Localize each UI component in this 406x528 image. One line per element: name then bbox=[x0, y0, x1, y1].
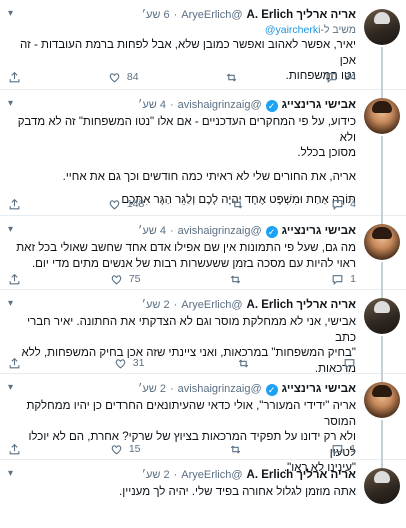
tweet-actions: 84 34 bbox=[8, 70, 356, 84]
author-handle: @avishaigrinzaig bbox=[177, 99, 262, 111]
avatar[interactable] bbox=[364, 382, 400, 418]
tweet-actions: 75 1 bbox=[8, 272, 356, 286]
retweet-icon bbox=[229, 443, 242, 456]
avatar[interactable] bbox=[364, 298, 400, 334]
author-name[interactable]: אבישי גרינצייג bbox=[282, 382, 356, 397]
like-button[interactable]: 15 bbox=[110, 443, 141, 456]
chevron-down-icon[interactable]: ▾ bbox=[8, 98, 13, 109]
author-handle: @avishaigrinzaig bbox=[177, 383, 262, 395]
avatar[interactable] bbox=[364, 224, 400, 260]
reply-count: 1 bbox=[350, 443, 356, 455]
reply-context: משיב ל-yaircherki@ bbox=[264, 24, 356, 36]
verified-icon: ✓ bbox=[265, 225, 278, 238]
heart-icon bbox=[108, 198, 121, 211]
reply-icon bbox=[343, 357, 356, 370]
tweet[interactable]: אבישי גרינצייג ✓ @avishaigrinzaig · 4 שע… bbox=[0, 90, 406, 216]
author-name[interactable]: אריה ארליך A. Erlich bbox=[247, 468, 356, 483]
like-button[interactable]: 148 bbox=[108, 198, 145, 211]
reply-icon bbox=[331, 198, 344, 211]
chevron-down-icon[interactable]: ▾ bbox=[8, 468, 13, 479]
verified-icon: ✓ bbox=[265, 383, 278, 396]
retweet-icon bbox=[231, 198, 244, 211]
author-name[interactable]: אבישי גרינצייג bbox=[282, 98, 356, 113]
share-icon bbox=[8, 71, 21, 84]
share-icon bbox=[8, 198, 21, 211]
tweet-actions: 31 bbox=[8, 356, 356, 370]
reply-count: 4 bbox=[350, 198, 356, 210]
author-name[interactable]: אבישי גרינצייג bbox=[282, 224, 356, 239]
mention-link[interactable]: yaircherki@ bbox=[265, 24, 321, 36]
heart-icon bbox=[110, 273, 123, 286]
reply-button[interactable]: 1 bbox=[331, 273, 356, 286]
share-icon bbox=[8, 273, 21, 286]
tweet[interactable]: אריה ארליך A. Erlich @AryeErlich · 6 שע׳… bbox=[0, 0, 406, 90]
tweet-text: מה גם, שעל פי התמונות אין שם אפילו אדם א… bbox=[16, 242, 356, 270]
heart-icon bbox=[114, 357, 127, 370]
reply-button[interactable]: 34 bbox=[325, 71, 356, 84]
reply-button[interactable]: 1 bbox=[331, 443, 356, 456]
heart-icon bbox=[110, 443, 123, 456]
chevron-down-icon[interactable]: ▾ bbox=[8, 382, 13, 393]
share-button[interactable] bbox=[8, 71, 21, 84]
tweet-thread: אריה ארליך A. Erlich @AryeErlich · 6 שע׳… bbox=[0, 0, 406, 528]
author-handle: @avishaigrinzaig bbox=[177, 225, 262, 237]
tweet-time[interactable]: 4 שע׳ bbox=[138, 98, 166, 113]
share-button[interactable] bbox=[8, 443, 21, 456]
tweet-text: אתה מוזמן לגלול אחורה בפיד שלי. יהיה לך … bbox=[119, 486, 356, 498]
tweet[interactable]: אריה ארליך A. Erlich @AryeErlich · 2 שע׳… bbox=[0, 460, 406, 528]
share-icon bbox=[8, 357, 21, 370]
retweet-icon bbox=[237, 357, 250, 370]
like-count: 148 bbox=[126, 198, 145, 210]
heart-icon bbox=[108, 71, 121, 84]
tweet[interactable]: אבישי גרינצייג ✓ @avishaigrinzaig · 4 שע… bbox=[0, 216, 406, 290]
tweet-actions: 148 4 bbox=[8, 197, 356, 211]
like-count: 31 bbox=[132, 357, 145, 369]
author-name[interactable]: אריה ארליך A. Erlich bbox=[247, 298, 356, 313]
reply-icon bbox=[331, 273, 344, 286]
retweet-button[interactable] bbox=[231, 198, 244, 211]
tweet[interactable]: אבישי גרינצייג ✓ @avishaigrinzaig · 2 שע… bbox=[0, 374, 406, 474]
tweet-time[interactable]: 2 שע׳ bbox=[142, 468, 170, 483]
like-count: 75 bbox=[128, 273, 141, 285]
share-button[interactable] bbox=[8, 198, 21, 211]
like-count: 15 bbox=[128, 443, 141, 455]
tweet[interactable]: אריה ארליך A. Erlich @AryeErlich · 2 שע׳… bbox=[0, 290, 406, 375]
author-name[interactable]: אריה ארליך A. Erlich bbox=[247, 8, 356, 23]
share-button[interactable] bbox=[8, 357, 21, 370]
author-handle: @AryeErlich bbox=[181, 9, 243, 21]
like-button[interactable]: 75 bbox=[110, 273, 141, 286]
reply-count: 1 bbox=[350, 273, 356, 285]
tweet-time[interactable]: 2 שע׳ bbox=[138, 382, 166, 397]
reply-button[interactable]: 4 bbox=[331, 198, 356, 211]
reply-button[interactable] bbox=[343, 357, 356, 370]
author-handle: @AryeErlich bbox=[181, 469, 243, 481]
chevron-down-icon[interactable]: ▾ bbox=[8, 8, 13, 19]
reply-icon bbox=[325, 71, 338, 84]
tweet-actions: 15 1 bbox=[8, 442, 356, 456]
chevron-down-icon[interactable]: ▾ bbox=[8, 298, 13, 309]
tweet-text: כידוע, על פי המחקרים העדכניים - אם אלו "… bbox=[17, 116, 356, 206]
avatar[interactable] bbox=[364, 9, 400, 45]
tweet-time[interactable]: 4 שע׳ bbox=[138, 224, 166, 239]
share-button[interactable] bbox=[8, 273, 21, 286]
retweet-button[interactable] bbox=[229, 443, 242, 456]
like-count: 84 bbox=[126, 71, 139, 83]
avatar[interactable] bbox=[364, 98, 400, 134]
share-icon bbox=[8, 443, 21, 456]
retweet-button[interactable] bbox=[237, 357, 250, 370]
reply-icon bbox=[331, 443, 344, 456]
verified-icon: ✓ bbox=[265, 99, 278, 112]
like-button[interactable]: 31 bbox=[114, 357, 145, 370]
reply-count: 34 bbox=[344, 71, 356, 83]
tweet-time[interactable]: 2 שע׳ bbox=[142, 298, 170, 313]
author-handle: @AryeErlich bbox=[181, 299, 243, 311]
like-button[interactable]: 84 bbox=[108, 71, 139, 84]
chevron-down-icon[interactable]: ▾ bbox=[8, 224, 13, 235]
retweet-button[interactable] bbox=[225, 71, 238, 84]
avatar[interactable] bbox=[364, 468, 400, 504]
retweet-icon bbox=[229, 273, 242, 286]
retweet-icon bbox=[225, 71, 238, 84]
tweet-time[interactable]: 6 שע׳ bbox=[142, 8, 170, 23]
retweet-button[interactable] bbox=[229, 273, 242, 286]
